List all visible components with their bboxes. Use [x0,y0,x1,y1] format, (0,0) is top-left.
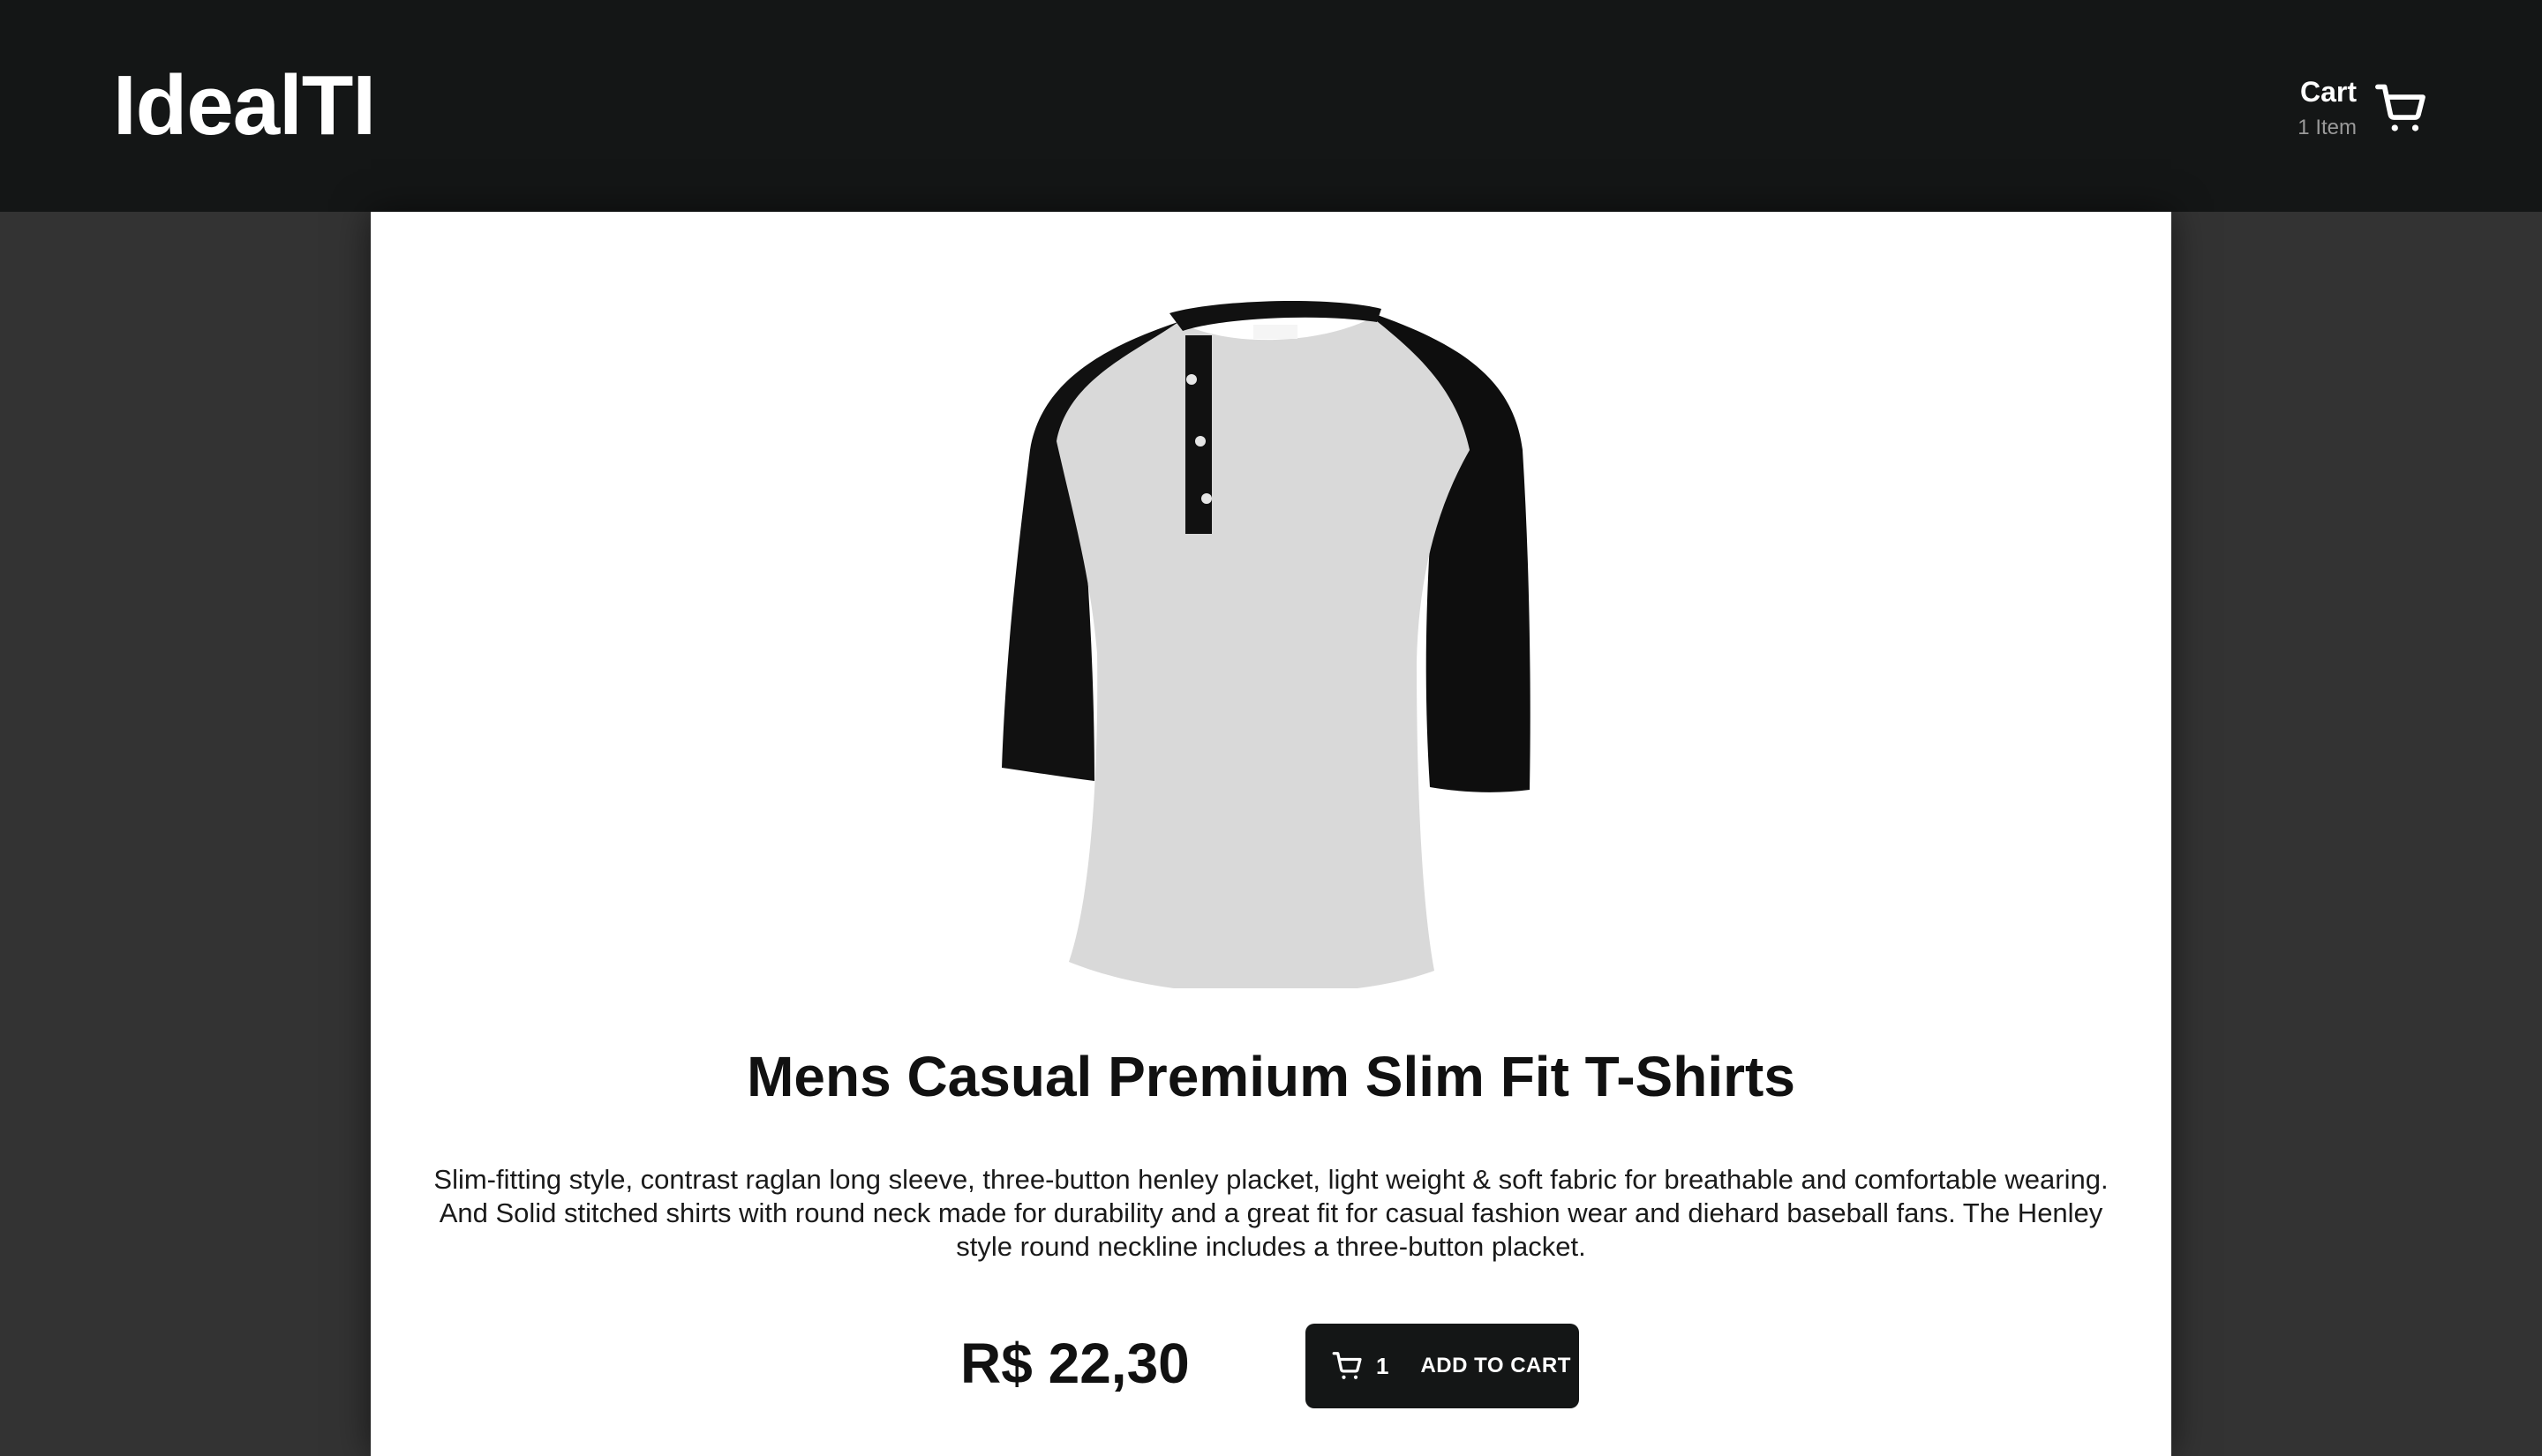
add-to-cart-label: ADD TO CART [1420,1354,1571,1377]
product-description: Slim-fitting style, contrast raglan long… [433,1164,2109,1262]
shopping-cart-icon [1332,1352,1362,1379]
cart-item-count: 1 Item [2298,116,2357,139]
site-logo[interactable]: IdealTI [113,53,376,159]
product-image [1002,300,1530,988]
shopping-cart-icon[interactable] [2374,81,2429,136]
cart-quantity-badge: 1 [1376,1352,1389,1379]
placket [1185,335,1212,534]
site-header: IdealTI Cart 1 Item [0,0,2542,212]
product-title: Mens Casual Premium Slim Fit T-Shirts [747,1045,1795,1108]
product-price: R$ 22,30 [960,1332,1190,1395]
shirt-body [1057,318,1470,988]
cart-title: Cart [2299,76,2357,108]
add-to-cart-button[interactable]: 1 ADD TO CART [1305,1324,1579,1408]
cart-summary: Cart 1 Item [2298,74,2357,143]
header-cart-button[interactable]: Cart 1 Item [2298,69,2429,148]
